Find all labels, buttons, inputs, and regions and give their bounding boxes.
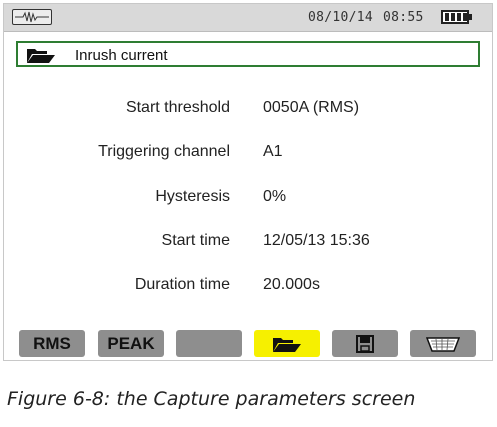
floppy-disk-icon [356, 335, 374, 353]
param-row-start-time: Start time 12/05/13 15:36 [4, 232, 492, 254]
param-label: Start threshold [125, 99, 230, 116]
device-screen: 08/10/14 08:55 Inrush current Start thres… [3, 3, 493, 361]
param-value: 20.000s [263, 276, 320, 293]
param-label: Hysteresis [155, 188, 230, 205]
trash-button[interactable] [410, 330, 476, 357]
param-value: A1 [263, 143, 283, 160]
param-row-triggering-channel: Triggering channel A1 [4, 143, 492, 165]
param-value: 0050A (RMS) [263, 99, 360, 116]
param-row-duration-time: Duration time 20.000s [4, 276, 492, 298]
param-label: Triggering channel [98, 143, 230, 160]
time-text: 08:55 [383, 10, 424, 25]
rms-button[interactable]: RMS [19, 330, 85, 357]
param-value: 12/05/13 15:36 [263, 232, 370, 249]
battery-full-icon [441, 10, 472, 24]
date-text: 08/10/14 [308, 10, 374, 25]
function-key-bar: RMS PEAK [4, 328, 492, 360]
param-label: Duration time [134, 276, 230, 293]
figure-caption: Figure 6-8: the Capture parameters scree… [7, 388, 416, 410]
param-value: 0% [263, 188, 287, 205]
open-folder-button[interactable] [254, 330, 320, 357]
blank-button[interactable] [176, 330, 242, 357]
param-row-start-threshold: Start threshold 0050A (RMS) [4, 99, 492, 121]
trash-bin-icon [426, 337, 460, 352]
open-folder-icon [273, 338, 301, 352]
save-button[interactable] [332, 330, 398, 357]
mode-title-box: Inrush current [16, 41, 480, 67]
waveform-icon[interactable] [12, 9, 52, 25]
date-time-readout: 08/10/14 08:55 [308, 10, 424, 25]
param-label: Start time [161, 232, 230, 249]
open-folder-icon [26, 46, 56, 69]
param-row-hysteresis: Hysteresis 0% [4, 188, 492, 210]
peak-button[interactable]: PEAK [98, 330, 164, 357]
status-bar: 08/10/14 08:55 [4, 4, 492, 32]
page-title: Inrush current [75, 47, 168, 64]
